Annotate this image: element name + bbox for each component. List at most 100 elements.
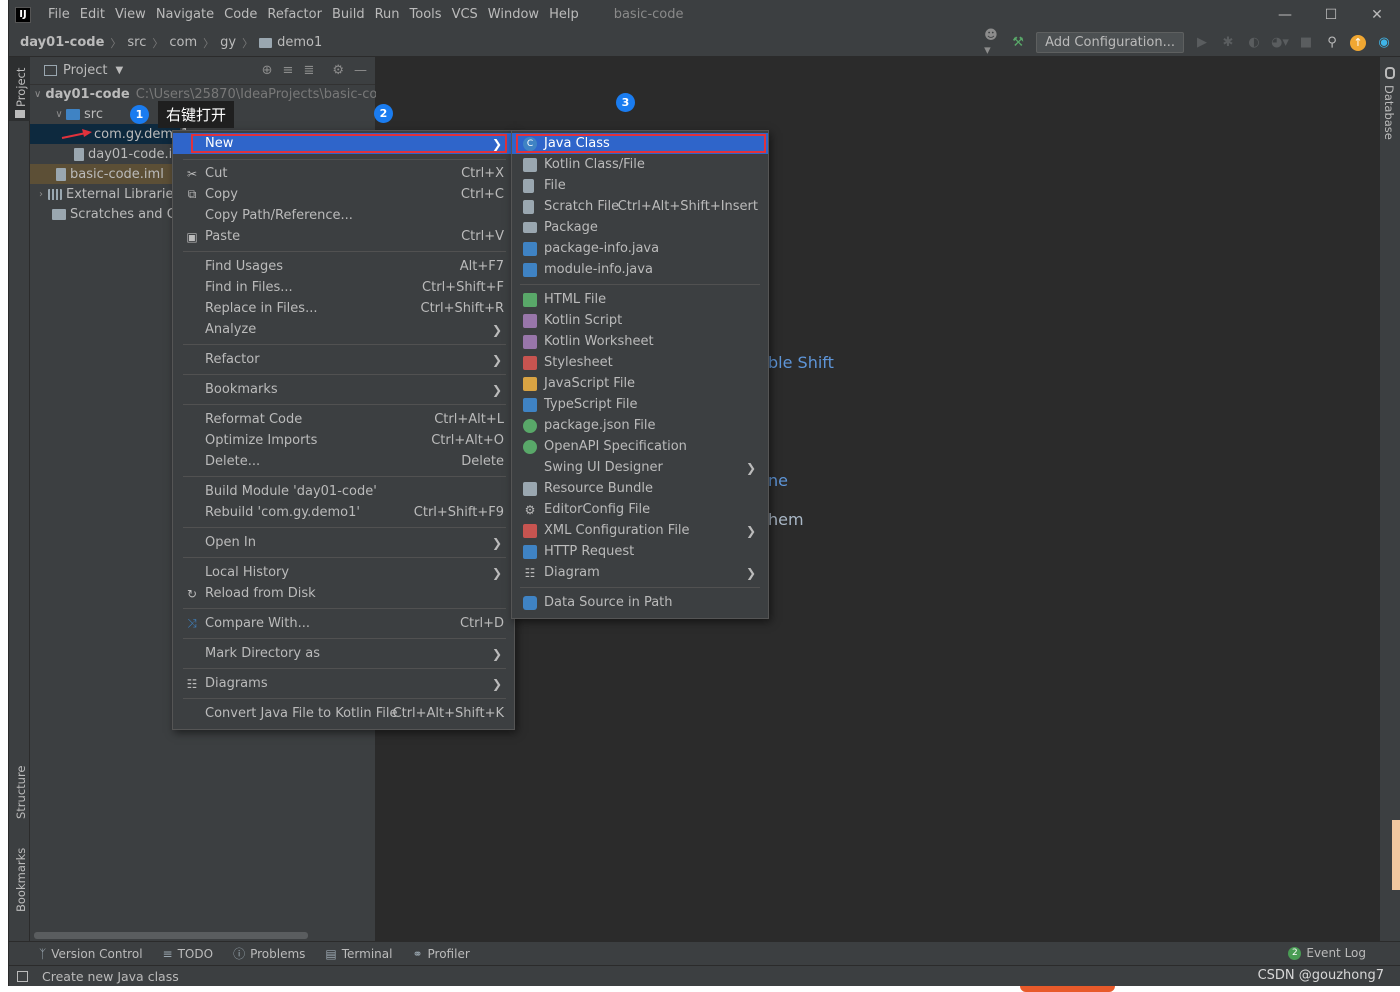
- menu-compare-with[interactable]: ⤨ Compare With... Ctrl+D: [173, 613, 514, 634]
- search-icon[interactable]: ⚲: [1324, 35, 1340, 51]
- menu-navigate[interactable]: Navigate: [151, 7, 219, 22]
- submenu-stylesheet[interactable]: Stylesheet: [512, 352, 768, 373]
- submenu-diagram[interactable]: ☷ Diagram ❯: [512, 562, 768, 583]
- close-icon[interactable]: ✕: [1354, 0, 1400, 29]
- menu-replace-in-files[interactable]: Replace in Files... Ctrl+Shift+R: [173, 298, 514, 319]
- menu-run[interactable]: Run: [370, 7, 405, 22]
- menu-copy-path[interactable]: Copy Path/Reference...: [173, 205, 514, 226]
- locate-icon[interactable]: ⊕: [262, 63, 273, 78]
- chevron-right-icon[interactable]: ›: [34, 189, 48, 200]
- menu-view[interactable]: View: [110, 7, 151, 22]
- menu-reformat-code[interactable]: Reformat Code Ctrl+Alt+L: [173, 409, 514, 430]
- chevron-down-icon[interactable]: ∨: [52, 109, 66, 120]
- menu-cut[interactable]: ✂ Cut Ctrl+X: [173, 163, 514, 184]
- menu-copy[interactable]: ⧉ Copy Ctrl+C: [173, 184, 514, 205]
- submenu-kotlin-worksheet[interactable]: Kotlin Worksheet: [512, 331, 768, 352]
- version-control-tab[interactable]: ᛉ Version Control: [39, 947, 143, 961]
- chevron-down-icon[interactable]: ∨: [34, 89, 41, 100]
- horizontal-scrollbar[interactable]: [34, 932, 308, 939]
- menu-local-history[interactable]: Local History ❯: [173, 562, 514, 583]
- crumb-demo1[interactable]: demo1: [277, 35, 322, 50]
- menu-help[interactable]: Help: [544, 7, 584, 22]
- menu-diagrams[interactable]: ☷ Diagrams ❯: [173, 673, 514, 694]
- submenu-typescript-file[interactable]: TypeScript File: [512, 394, 768, 415]
- menu-build-module[interactable]: Build Module 'day01-code': [173, 481, 514, 502]
- menu-tools[interactable]: Tools: [405, 7, 447, 22]
- menu-separator: [183, 668, 506, 669]
- menu-bookmarks[interactable]: Bookmarks ❯: [173, 379, 514, 400]
- menu-paste[interactable]: ▣ Paste Ctrl+V: [173, 226, 514, 247]
- menu-analyze[interactable]: Analyze ❯: [173, 319, 514, 340]
- submenu-file[interactable]: File: [512, 175, 768, 196]
- submenu-xml-config[interactable]: XML Configuration File ❯: [512, 520, 768, 541]
- problems-tab[interactable]: ⓘ Problems: [233, 945, 305, 962]
- submenu-swing-ui-designer[interactable]: Swing UI Designer ❯: [512, 457, 768, 478]
- gear-icon[interactable]: ⚙: [332, 63, 344, 78]
- expand-all-icon[interactable]: ≡: [283, 63, 294, 78]
- menu-refactor[interactable]: Refactor: [262, 7, 327, 22]
- submenu-package-json[interactable]: package.json File: [512, 415, 768, 436]
- menu-delete[interactable]: Delete... Delete: [173, 451, 514, 472]
- project-stripe-label[interactable]: Project: [14, 68, 28, 107]
- submenu-javascript-file[interactable]: JavaScript File: [512, 373, 768, 394]
- profile-icon[interactable]: ◕▾: [1271, 35, 1289, 51]
- event-log-tab[interactable]: 2 Event Log: [1288, 946, 1366, 960]
- submenu-kotlin-class[interactable]: Kotlin Class/File: [512, 154, 768, 175]
- submenu-module-info[interactable]: module-info.java: [512, 259, 768, 280]
- submenu-editorconfig[interactable]: ⚙ EditorConfig File: [512, 499, 768, 520]
- coverage-icon[interactable]: ◐: [1246, 35, 1262, 51]
- crumb-src[interactable]: src: [127, 35, 146, 50]
- todo-tab[interactable]: ≡ TODO: [163, 947, 214, 961]
- profiler-tab[interactable]: ⚭ Profiler: [412, 947, 469, 961]
- menu-mark-directory[interactable]: Mark Directory as ❯: [173, 643, 514, 664]
- minimize-icon[interactable]: —: [1262, 0, 1308, 29]
- update-icon[interactable]: ↑: [1350, 34, 1366, 51]
- project-panel-title[interactable]: Project: [63, 63, 107, 78]
- menu-build[interactable]: Build: [327, 7, 370, 22]
- user-icon[interactable]: ☻▾: [984, 28, 1000, 58]
- menu-edit[interactable]: Edit: [75, 7, 110, 22]
- submenu-html-file[interactable]: HTML File: [512, 289, 768, 310]
- menu-label: Kotlin Worksheet: [544, 334, 654, 349]
- submenu-resource-bundle[interactable]: Resource Bundle: [512, 478, 768, 499]
- add-configuration-button[interactable]: Add Configuration...: [1036, 32, 1184, 53]
- submenu-openapi[interactable]: OpenAPI Specification: [512, 436, 768, 457]
- menu-vcs[interactable]: VCS: [447, 7, 483, 22]
- menu-find-in-files[interactable]: Find in Files... Ctrl+Shift+F: [173, 277, 514, 298]
- menu-optimize-imports[interactable]: Optimize Imports Ctrl+Alt+O: [173, 430, 514, 451]
- tree-item-basic-iml[interactable]: basic-code.iml: [30, 164, 180, 184]
- maximize-icon[interactable]: ☐: [1308, 0, 1354, 29]
- debug-icon[interactable]: ✱: [1220, 35, 1236, 51]
- menu-file[interactable]: File: [43, 7, 75, 22]
- chevron-down-icon[interactable]: ▼: [115, 65, 123, 76]
- submenu-data-source[interactable]: Data Source in Path: [512, 592, 768, 613]
- submenu-package-info[interactable]: package-info.java: [512, 238, 768, 259]
- menu-find-usages[interactable]: Find Usages Alt+F7: [173, 256, 514, 277]
- menu-open-in[interactable]: Open In ❯: [173, 532, 514, 553]
- menu-refactor[interactable]: Refactor ❯: [173, 349, 514, 370]
- submenu-scratch-file[interactable]: Scratch File Ctrl+Alt+Shift+Insert: [512, 196, 768, 217]
- run-icon[interactable]: ▶: [1194, 35, 1210, 51]
- menu-convert-to-kotlin[interactable]: Convert Java File to Kotlin File Ctrl+Alt…: [173, 703, 514, 724]
- collapse-all-icon[interactable]: ≣: [303, 63, 314, 78]
- terminal-tab[interactable]: ▤ Terminal: [325, 947, 392, 961]
- structure-stripe-label[interactable]: Structure: [14, 766, 28, 820]
- source-folder-icon: [66, 108, 80, 120]
- crumb-gy[interactable]: gy: [220, 35, 236, 50]
- database-stripe-label[interactable]: Database: [1382, 85, 1396, 140]
- submenu-http-request[interactable]: HTTP Request: [512, 541, 768, 562]
- menu-window[interactable]: Window: [483, 7, 544, 22]
- submenu-package[interactable]: Package: [512, 217, 768, 238]
- crumb-com[interactable]: com: [169, 35, 197, 50]
- submenu-kotlin-script[interactable]: Kotlin Script: [512, 310, 768, 331]
- layout-toggle-icon[interactable]: [17, 970, 28, 982]
- build-hammer-icon[interactable]: ⚒: [1010, 35, 1026, 51]
- menu-reload-from-disk[interactable]: ↻ Reload from Disk: [173, 583, 514, 604]
- crumb-project[interactable]: day01-code: [20, 35, 104, 50]
- hide-panel-icon[interactable]: —: [354, 63, 367, 78]
- stop-icon[interactable]: ■: [1298, 35, 1314, 51]
- menu-rebuild[interactable]: Rebuild 'com.gy.demo1' Ctrl+Shift+F9: [173, 502, 514, 523]
- menu-code[interactable]: Code: [219, 7, 262, 22]
- bookmarks-stripe-label[interactable]: Bookmarks: [14, 848, 28, 912]
- jetbrains-logo-icon[interactable]: ◉: [1376, 35, 1392, 51]
